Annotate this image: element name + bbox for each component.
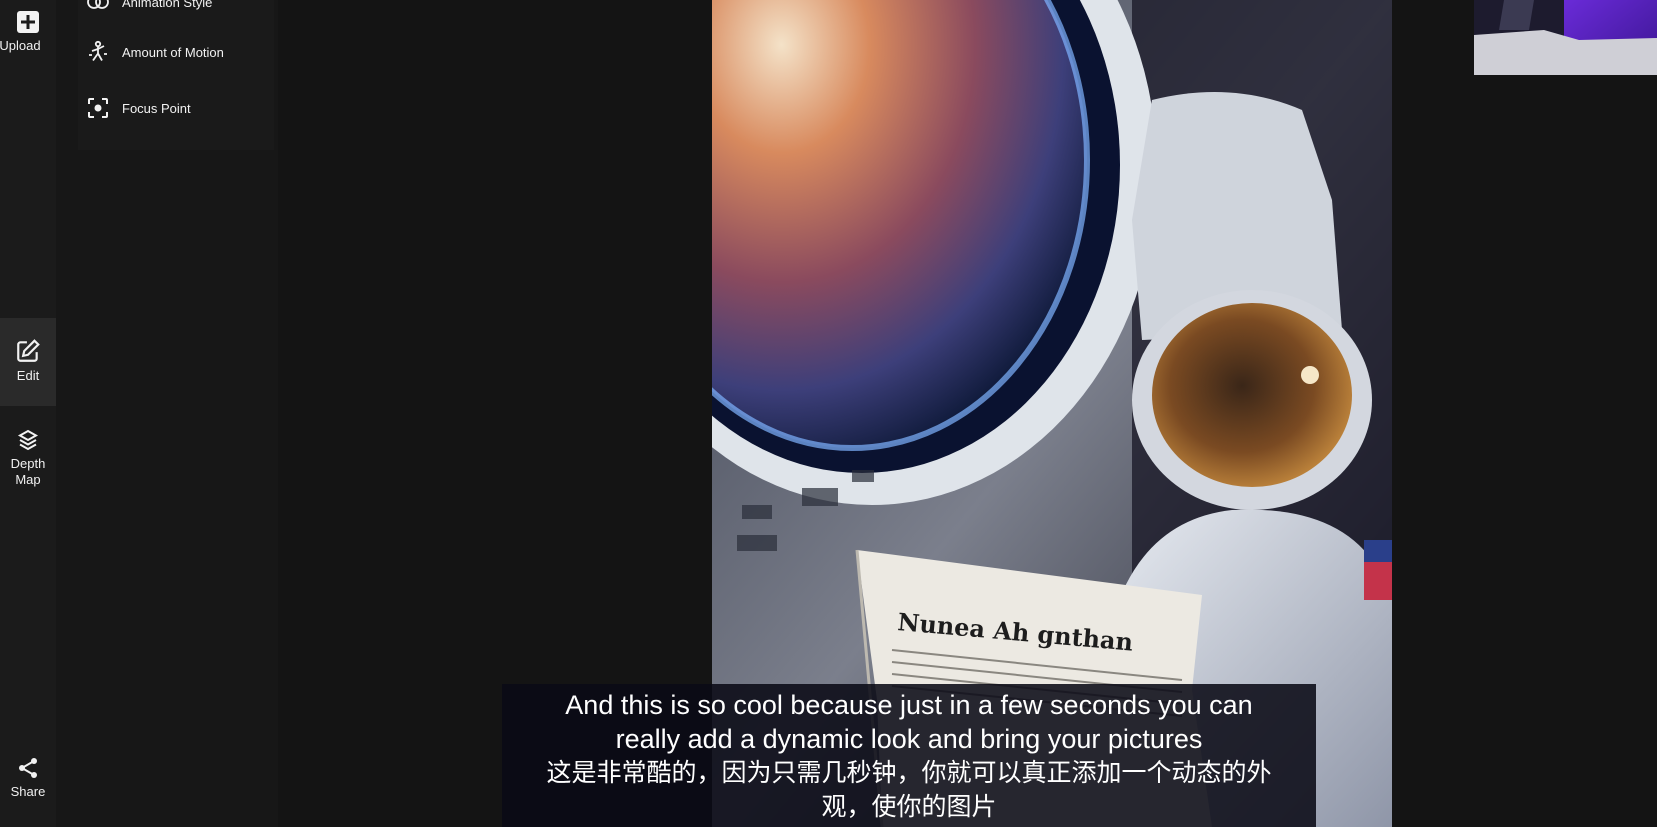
share-label: Share [10, 784, 46, 799]
edit-panel: Animation Style Amount of Motion Focus P… [56, 0, 278, 827]
share-button[interactable]: Share [0, 756, 56, 800]
edit-button[interactable]: Edit [0, 318, 56, 406]
subtitle-en-line2: really add a dynamic look and bring your… [615, 724, 1203, 754]
map-label: Map [15, 472, 41, 487]
subtitle-zh-line2: 观，使你的图片 [821, 793, 997, 821]
layers-icon [17, 429, 39, 451]
edit-label: Edit [16, 368, 40, 383]
subtitle-zh-line1: 这是非常酷的，因为只需几秒钟，你就可以真正添加一个动态的外 [546, 759, 1272, 787]
depth-map-button[interactable]: Depth Map [0, 428, 56, 488]
motion-icon [89, 40, 107, 62]
left-toolbar: Upload Edit Depth Map Share [0, 0, 56, 827]
depth-label: Depth [10, 456, 46, 471]
animation-style-icon [87, 0, 109, 9]
upload-label: Upload [0, 38, 41, 53]
share-icon [19, 758, 37, 778]
plus-square-icon [17, 11, 39, 33]
subtitle-en-line1: And this is so cool because just in a fe… [565, 690, 1253, 720]
preview-thumbnail[interactable] [1474, 0, 1657, 75]
edit-pencil-icon [17, 339, 40, 362]
amount-of-motion-option[interactable]: Amount of Motion [86, 40, 224, 64]
upload-button[interactable]: Upload [0, 10, 56, 54]
focus-point-icon [88, 98, 108, 118]
edit-options-card [78, 0, 274, 150]
thumbnail-graphic [1474, 0, 1657, 75]
animation-style-label: Animation Style [122, 0, 213, 10]
amount-of-motion-label: Amount of Motion [122, 44, 224, 60]
subtitle-overlay: And this is so cool because just in a fe… [502, 684, 1316, 827]
animation-style-option[interactable]: Animation Style [86, 0, 212, 14]
focus-point-label: Focus Point [122, 100, 191, 116]
focus-point-option[interactable]: Focus Point [86, 96, 191, 120]
flag-patch [1364, 540, 1392, 600]
